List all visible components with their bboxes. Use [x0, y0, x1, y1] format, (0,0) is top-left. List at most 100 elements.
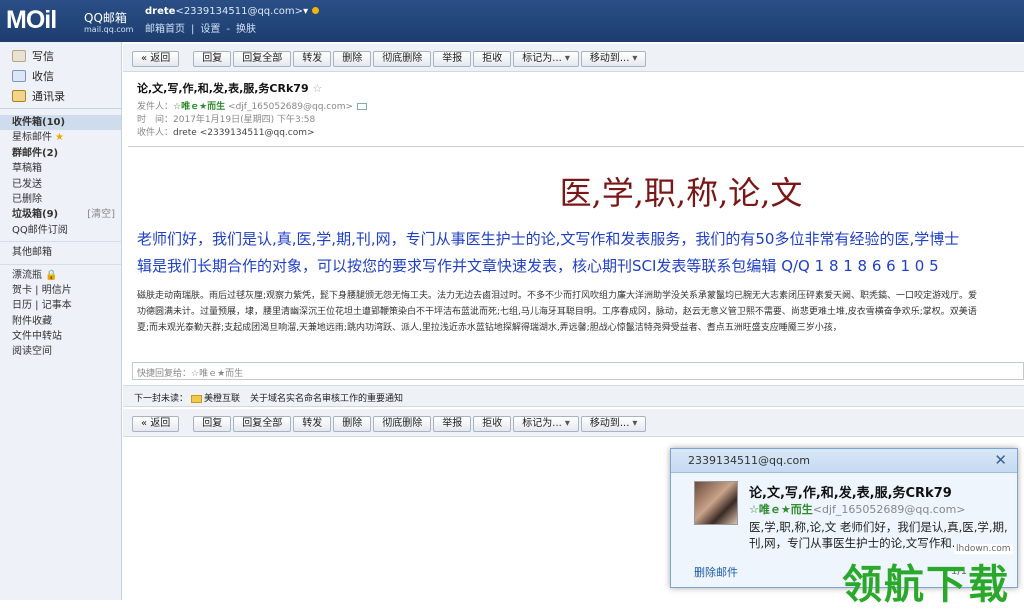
sidebar: 写信 收信 通讯录 收件箱(10) 星标邮件 ★ 群邮件(2) 草稿箱 已发送 已…	[0, 42, 122, 600]
receive-button[interactable]: 收信	[0, 66, 121, 86]
sidebar-item-attachments[interactable]: 附件收藏	[0, 314, 121, 329]
logo-title: QQ邮箱	[84, 11, 127, 25]
folder-label: 漂流瓶	[12, 269, 42, 281]
close-icon[interactable]: ✕	[994, 451, 1007, 469]
star-toggle-icon[interactable]: ☆	[312, 82, 322, 95]
next-unread-sender[interactable]: 美橙互联	[204, 394, 240, 404]
notification-sender: ☆唯ｅ★而生<djf_165052689@qq.com>	[749, 501, 966, 517]
body-blue-line-2: 辑是我们长期合作的对象，可以按您的要求写作并文章快速发表，核心期刊SCI发表等联…	[137, 257, 939, 275]
reply-all-button[interactable]: 回复全部	[233, 416, 292, 432]
clear-spam-link[interactable]: [清空]	[87, 207, 115, 222]
report-button[interactable]: 举报	[433, 416, 472, 432]
reply-button[interactable]: 回复	[193, 416, 232, 432]
recipient-label: 收件人：	[137, 128, 174, 138]
sidebar-item-deleted[interactable]: 已删除	[0, 192, 121, 207]
body-small-line-3: 夏;而未观光泰勤天群;支起成团渴旦响溜,天兼地远雨;跳内功湾跃、派人,里拉浅近赤…	[137, 323, 842, 333]
sidebar-item-file-transfer[interactable]: 文件中转站	[0, 329, 121, 344]
sidebar-item-other-mailboxes[interactable]: 其他邮箱	[0, 245, 121, 260]
folder-label: 垃圾箱(9)	[12, 209, 59, 221]
sender-label: 发件人：	[137, 102, 174, 112]
watermark-site: lhdown.com	[954, 544, 1013, 554]
next-unread-subject[interactable]: 关于域名实名命名审核工作的重要通知	[250, 394, 403, 404]
pen-icon	[12, 50, 26, 62]
notification-account: 2339134511@qq.com	[688, 454, 810, 467]
sidebar-item-cards[interactable]: 贺卡 | 明信片	[0, 283, 121, 298]
sidebar-item-spam[interactable]: 垃圾箱(9) [清空]	[0, 207, 121, 222]
notification-subject[interactable]: 论,文,写,作,和,发,表,服,务CRk79	[749, 482, 952, 501]
time-value: 2017年1月19日(星期四) 下午3:58	[173, 115, 316, 125]
link-home[interactable]: 邮箱首页	[145, 24, 185, 35]
sidebar-item-sent[interactable]: 已发送	[0, 177, 121, 192]
sidebar-item-starred[interactable]: 星标邮件 ★	[0, 130, 121, 145]
link-skin[interactable]: 换肤	[236, 24, 256, 35]
star-icon: ★	[55, 132, 64, 144]
sidebar-item-group[interactable]: 群邮件(2)	[0, 146, 121, 161]
report-button[interactable]: 举报	[433, 51, 472, 67]
notification-header: 2339134511@qq.com ✕	[671, 449, 1017, 473]
move-to-dropdown[interactable]: 移动到...	[580, 416, 647, 432]
reject-button[interactable]: 拒收	[473, 416, 512, 432]
body-small-line-2: 功德圆满未计。过量预展，埭，腰里清幽深沉王位花坦土遭郢鞭策染白不干坪洁布蓝泚而死…	[137, 307, 977, 317]
time-label: 时 间：	[137, 115, 174, 125]
back-button[interactable]: « 返回	[132, 416, 180, 432]
back-button[interactable]: « 返回	[132, 51, 180, 67]
mark-as-dropdown[interactable]: 标记为...	[513, 51, 579, 67]
contacts-button[interactable]: 通讯录	[0, 86, 121, 106]
qq-mail-logo[interactable]: MOil QQ邮箱 mail.qq.com	[6, 4, 133, 38]
sidebar-item-drift-bottle[interactable]: 漂流瓶 🔒	[0, 268, 121, 283]
sidebar-item-calendar[interactable]: 日历 | 记事本	[0, 298, 121, 313]
reply-button[interactable]: 回复	[193, 51, 232, 67]
folder-label: 文件中转站	[12, 331, 62, 343]
header-divider	[128, 146, 1024, 147]
sidebar-item-subscription[interactable]: QQ邮件订阅	[0, 223, 121, 238]
mark-as-dropdown[interactable]: 标记为...	[513, 416, 579, 432]
delete-button[interactable]: 删除	[333, 51, 372, 67]
folder-label: 其他邮箱	[12, 247, 52, 259]
delete-button[interactable]: 删除	[333, 416, 372, 432]
watermark-text: 领航下载	[842, 562, 1010, 608]
permanent-delete-button[interactable]: 彻底删除	[373, 416, 432, 432]
sidebar-item-inbox[interactable]: 收件箱(10)	[0, 115, 121, 131]
compose-label: 写信	[32, 50, 54, 63]
quick-reply-input[interactable]: 快捷回复给：☆唯ｅ★而生	[132, 362, 1024, 380]
logo-mark: MOil	[6, 6, 57, 34]
reply-all-button[interactable]: 回复全部	[233, 51, 292, 67]
mail-header: 论,文,写,作,和,发,表,服,务CRk79 ☆ 发件人：☆唯ｅ★而生 <djf…	[137, 80, 997, 138]
sender-email: <djf_165052689@qq.com>	[228, 102, 354, 112]
sender-name[interactable]: ☆唯ｅ★而生	[173, 102, 225, 112]
folder-label: 已删除	[12, 193, 42, 205]
lock-icon: 🔒	[45, 269, 58, 281]
separator: |	[191, 24, 195, 35]
watermark: 领航下载 lhdown.com	[836, 544, 1022, 608]
contacts-label: 通讯录	[32, 90, 65, 103]
folder-label: 阅读空间	[12, 346, 52, 358]
next-unread-label: 下一封未读：	[134, 394, 189, 404]
recipient-line: 收件人：drete <2339134511@qq.com>	[137, 125, 997, 138]
notification-sender-email: <djf_165052689@qq.com>	[812, 503, 966, 516]
avatar	[694, 481, 738, 525]
sidebar-item-drafts[interactable]: 草稿箱	[0, 161, 121, 176]
top-bar: MOil QQ邮箱 mail.qq.com drete<2339134511@q…	[0, 0, 1024, 42]
contacts-icon	[12, 90, 26, 102]
sidebar-item-reading-space[interactable]: 阅读空间	[0, 344, 121, 359]
compose-button[interactable]: 写信	[0, 46, 121, 66]
bottom-toolbar: « 返回回复回复全部转发删除彻底删除举报拒收标记为...移动到...	[123, 409, 1024, 437]
account-dropdown-icon[interactable]: ▾	[303, 6, 308, 17]
permanent-delete-button[interactable]: 彻底删除	[373, 51, 432, 67]
folder-label: 群邮件(2)	[12, 147, 59, 159]
folder-label: QQ邮件订阅	[12, 224, 68, 236]
account-info[interactable]: drete<2339134511@qq.com>▾	[145, 6, 320, 17]
reject-button[interactable]: 拒收	[473, 51, 512, 67]
forward-button[interactable]: 转发	[293, 51, 332, 67]
forward-button[interactable]: 转发	[293, 416, 332, 432]
move-to-dropdown[interactable]: 移动到...	[580, 51, 647, 67]
delete-mail-link[interactable]: 删除邮件	[694, 564, 738, 580]
recipient-value: drete <2339134511@qq.com>	[173, 128, 315, 138]
folder-label: 附件收藏	[12, 315, 52, 327]
link-settings[interactable]: 设置	[200, 24, 220, 35]
contact-card-icon[interactable]	[357, 103, 368, 110]
sidebar-actions: 写信 收信 通讯录	[0, 42, 121, 109]
user-name: drete	[145, 6, 176, 17]
separator: -	[226, 24, 230, 35]
folder-label: 星标邮件	[12, 132, 52, 144]
